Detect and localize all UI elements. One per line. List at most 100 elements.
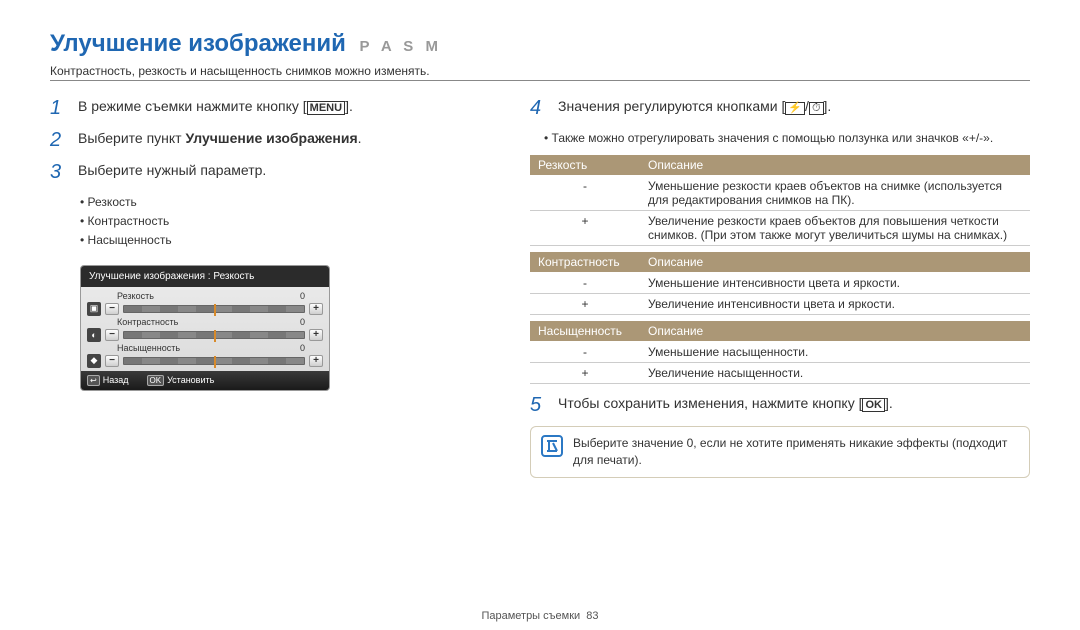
page-heading: Улучшение изображений P A S M bbox=[50, 30, 1030, 58]
sub-bullet: Также можно отрегулировать значения с по… bbox=[544, 129, 1030, 147]
step-4: 4 Значения регулируются кнопками [⚡/⏱]. bbox=[530, 97, 1030, 119]
td-sign: + bbox=[530, 211, 640, 246]
left-column: 1 В режиме съемки нажмите кнопку [MENU].… bbox=[50, 97, 470, 478]
step-number: 5 bbox=[530, 394, 558, 416]
sharpness-table: РезкостьОписание -Уменьшение резкости кр… bbox=[530, 155, 1030, 246]
lcd-row-label: Контрастность bbox=[117, 317, 178, 327]
td-sign: - bbox=[530, 176, 640, 211]
step-5: 5 Чтобы сохранить изменения, нажмите кно… bbox=[530, 394, 1030, 416]
th: Насыщенность bbox=[530, 321, 640, 342]
step5-text-a: Чтобы сохранить изменения, нажмите кнопк… bbox=[558, 395, 862, 411]
lcd-title: Улучшение изображения : Резкость bbox=[81, 266, 329, 287]
lcd-preview: Улучшение изображения : Резкость Резкост… bbox=[80, 265, 470, 391]
step-text: Выберите нужный параметр. bbox=[78, 161, 470, 181]
th: Описание bbox=[640, 321, 1030, 342]
note-text: Выберите значение 0, если не хотите прим… bbox=[573, 435, 1019, 469]
step5-text-b: ]. bbox=[885, 395, 893, 411]
divider bbox=[50, 80, 1030, 81]
lcd-back-label: Назад bbox=[103, 375, 129, 385]
step2-text-c: . bbox=[358, 130, 362, 146]
sharpness-icon: ▣ bbox=[87, 302, 101, 316]
step2-text-a: Выберите пункт bbox=[78, 130, 185, 146]
th: Описание bbox=[640, 155, 1030, 176]
lcd-row-label: Насыщенность bbox=[117, 343, 180, 353]
minus-button[interactable]: − bbox=[105, 355, 119, 367]
step4-text-a: Значения регулируются кнопками [ bbox=[558, 98, 785, 114]
td-desc: Уменьшение интенсивности цвета и яркости… bbox=[640, 273, 1030, 294]
lcd-row-header: Контрастность 0 bbox=[87, 317, 323, 327]
td-desc: Увеличение резкости краев объектов для п… bbox=[640, 211, 1030, 246]
content-columns: 1 В режиме съемки нажмите кнопку [MENU].… bbox=[50, 97, 1030, 478]
step1-text-b: ]. bbox=[345, 98, 353, 114]
footer-page: 83 bbox=[586, 610, 598, 622]
footer-label: Параметры съемки bbox=[481, 610, 580, 622]
slider-track[interactable] bbox=[123, 357, 305, 365]
th: Резкость bbox=[530, 155, 640, 176]
td-sign: - bbox=[530, 273, 640, 294]
td-sign: + bbox=[530, 363, 640, 384]
contrast-table: КонтрастностьОписание -Уменьшение интенс… bbox=[530, 252, 1030, 315]
lcd-set[interactable]: OKУстановить bbox=[147, 375, 215, 386]
step-text: Чтобы сохранить изменения, нажмите кнопк… bbox=[558, 394, 1030, 414]
lcd-row-label: Резкость bbox=[117, 291, 154, 301]
td-desc: Увеличение интенсивности цвета и яркости… bbox=[640, 294, 1030, 315]
right-column: 4 Значения регулируются кнопками [⚡/⏱]. … bbox=[530, 97, 1030, 478]
lcd-footer: ↩Назад OKУстановить bbox=[81, 371, 329, 390]
page-footer: Параметры съемки 83 bbox=[0, 610, 1080, 622]
bullet-item: Резкость bbox=[80, 193, 470, 212]
saturation-table: НасыщенностьОписание -Уменьшение насыщен… bbox=[530, 321, 1030, 384]
plus-button[interactable]: + bbox=[309, 355, 323, 367]
lcd-back[interactable]: ↩Назад bbox=[87, 375, 129, 386]
lcd-row-header: Насыщенность 0 bbox=[87, 343, 323, 353]
step-text: Значения регулируются кнопками [⚡/⏱]. bbox=[558, 97, 1030, 117]
th: Контрастность bbox=[530, 252, 640, 273]
minus-button[interactable]: − bbox=[105, 303, 119, 315]
step-3: 3 Выберите нужный параметр. bbox=[50, 161, 470, 183]
ok-button-label: OK bbox=[862, 398, 885, 412]
step-number: 1 bbox=[50, 97, 78, 119]
note-box: Выберите значение 0, если не хотите прим… bbox=[530, 426, 1030, 478]
bullet-item: Насыщенность bbox=[80, 231, 470, 250]
page-subtitle: Контрастность, резкость и насыщенность с… bbox=[50, 64, 1030, 78]
lcd-screen: Улучшение изображения : Резкость Резкост… bbox=[80, 265, 330, 391]
slider-track[interactable] bbox=[123, 331, 305, 339]
flash-icon: ⚡ bbox=[785, 102, 805, 115]
note-icon bbox=[541, 435, 563, 457]
lcd-row-value: 0 bbox=[300, 317, 305, 327]
bullet-item: Контрастность bbox=[80, 212, 470, 231]
minus-button[interactable]: − bbox=[105, 329, 119, 341]
step4-sub-bullets: Также можно отрегулировать значения с по… bbox=[544, 129, 1030, 147]
th: Описание bbox=[640, 252, 1030, 273]
saturation-icon: ◆ bbox=[87, 354, 101, 368]
param-bullets: Резкость Контрастность Насыщенность bbox=[80, 193, 470, 251]
lcd-body: Резкость 0 ▣ − + Контрастность 0 ◐ bbox=[81, 287, 329, 371]
lcd-slider-row: ◆ − + bbox=[87, 353, 323, 369]
step-number: 4 bbox=[530, 97, 558, 119]
back-icon: ↩ bbox=[87, 375, 100, 386]
td-desc: Уменьшение насыщенности. bbox=[640, 342, 1030, 363]
step-number: 3 bbox=[50, 161, 78, 183]
page-title: Улучшение изображений bbox=[50, 30, 346, 57]
step-number: 2 bbox=[50, 129, 78, 151]
step2-text-b: Улучшение изображения bbox=[185, 130, 357, 146]
td-desc: Увеличение насыщенности. bbox=[640, 363, 1030, 384]
step-2: 2 Выберите пункт Улучшение изображения. bbox=[50, 129, 470, 151]
slider-track[interactable] bbox=[123, 305, 305, 313]
mode-indicators: P A S M bbox=[360, 38, 442, 55]
lcd-row-value: 0 bbox=[300, 291, 305, 301]
plus-button[interactable]: + bbox=[309, 329, 323, 341]
lcd-slider-row: ▣ − + bbox=[87, 301, 323, 317]
step1-text-a: В режиме съемки нажмите кнопку [ bbox=[78, 98, 307, 114]
plus-button[interactable]: + bbox=[309, 303, 323, 315]
contrast-icon: ◐ bbox=[87, 328, 101, 342]
lcd-set-label: Установить bbox=[167, 375, 214, 385]
lcd-row-header: Резкость 0 bbox=[87, 291, 323, 301]
step4-text-b: ]. bbox=[824, 98, 832, 114]
timer-icon: ⏱ bbox=[809, 102, 824, 115]
lcd-slider-row: ◐ − + bbox=[87, 327, 323, 343]
lcd-row-value: 0 bbox=[300, 343, 305, 353]
td-sign: + bbox=[530, 294, 640, 315]
td-desc: Уменьшение резкости краев объектов на сн… bbox=[640, 176, 1030, 211]
step-text: В режиме съемки нажмите кнопку [MENU]. bbox=[78, 97, 470, 117]
menu-button-label: MENU bbox=[307, 101, 345, 115]
